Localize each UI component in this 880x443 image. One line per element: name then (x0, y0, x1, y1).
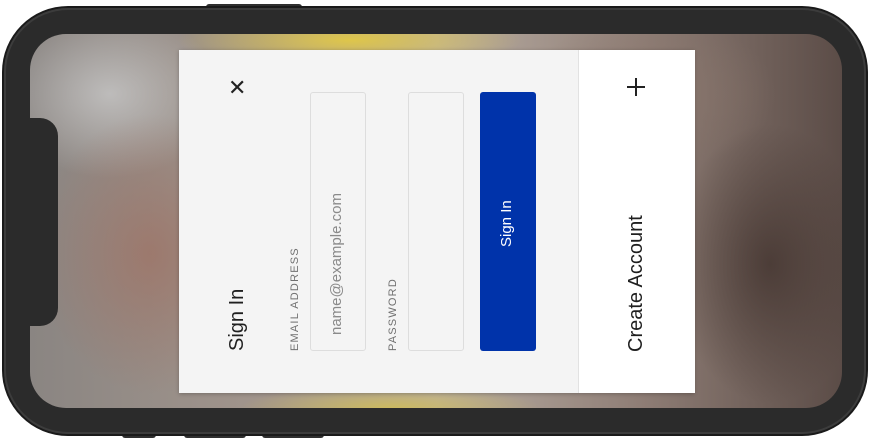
plus-icon[interactable] (625, 76, 647, 98)
close-icon[interactable]: ✕ (228, 77, 246, 99)
email-placeholder: name@example.com (328, 193, 345, 335)
password-label: PASSWORD (387, 278, 399, 351)
email-label: EMAIL ADDRESS (289, 247, 301, 351)
create-account-button[interactable]: Create Account (625, 215, 648, 352)
phone-notch (30, 118, 58, 326)
sign-in-button-label: Sign In (498, 200, 515, 247)
page-title: Sign In (226, 288, 248, 351)
password-field[interactable] (408, 92, 464, 351)
